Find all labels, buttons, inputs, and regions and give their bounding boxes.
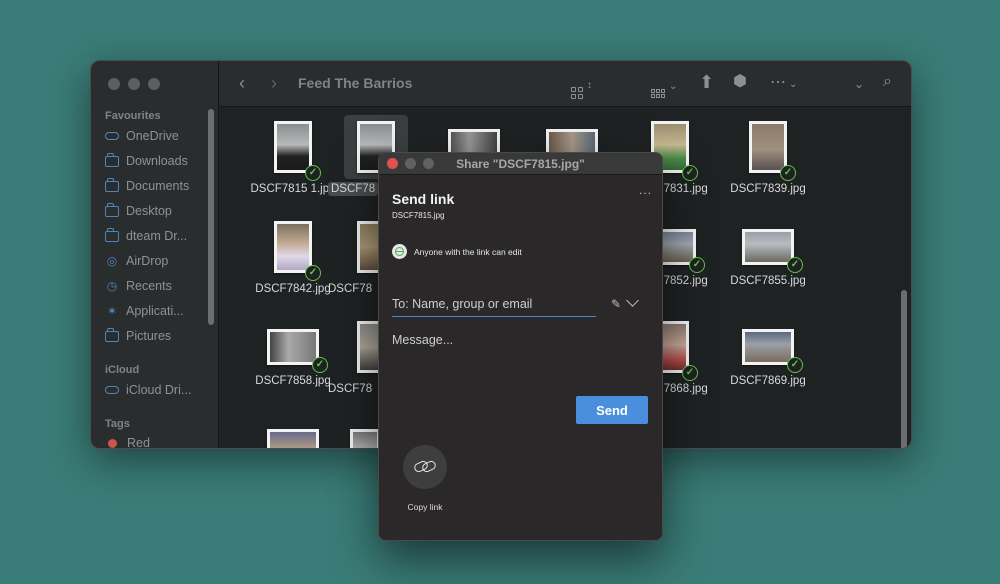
airdrop-icon: ◎	[106, 254, 118, 268]
sidebar-item-onedrive[interactable]: OneDrive	[105, 129, 179, 143]
back-chevron-icon[interactable]: ‹	[239, 73, 245, 93]
file-name: DSCF7855.jpg	[730, 275, 806, 287]
sidebar-item-label: AirDrop	[126, 254, 169, 268]
file-item[interactable]: ✓ DSCF7839.jpg	[718, 121, 818, 195]
file-name: DSCF7839.jpg	[730, 183, 806, 195]
sidebar-item-recents[interactable]: ◷ Recents	[105, 279, 172, 293]
view-grid-icon[interactable]: ↕	[571, 76, 592, 99]
synced-check-icon: ✓	[305, 265, 321, 281]
synced-check-icon: ✓	[682, 365, 698, 381]
sidebar-item-label: dteam Dr...	[126, 229, 188, 243]
sidebar-item-label: OneDrive	[126, 129, 179, 143]
sidebar-item-icloud-drive[interactable]: iCloud Dri...	[105, 383, 191, 397]
shared-file-name: DSCF7815.jpg	[392, 211, 445, 220]
send-button[interactable]: Send	[576, 396, 648, 424]
folder-icon	[105, 153, 119, 168]
copy-link-button[interactable]	[403, 445, 447, 489]
sidebar-item-label: Downloads	[126, 154, 188, 168]
folder-icon	[105, 178, 119, 193]
send-link-heading: Send link	[392, 191, 455, 207]
minimize-window-button[interactable]	[128, 78, 140, 90]
sidebar-item-label: Applicati...	[126, 304, 184, 318]
share-icon[interactable]: ⬆	[699, 72, 714, 92]
file-item[interactable]: ✓ DSCF7855.jpg	[718, 229, 818, 287]
sidebar-item-dteam[interactable]: dteam Dr...	[105, 228, 188, 243]
forward-chevron-icon[interactable]: ›	[271, 73, 277, 93]
chevron-down-icon[interactable]	[626, 294, 639, 307]
sidebar-section-icloud: iCloud	[105, 364, 140, 376]
window-controls	[108, 78, 160, 90]
sidebar-item-label: Red	[127, 436, 150, 449]
share-window-title: Share "DSCF7815.jpg"	[456, 157, 585, 171]
copy-link-label: Copy link	[407, 502, 443, 512]
link-icon	[403, 445, 447, 489]
link-permission-setting[interactable]: Anyone with the link can edit	[392, 244, 522, 259]
sidebar-section-favourites: Favourites	[105, 110, 161, 122]
file-thumbnail: ✓	[274, 121, 321, 181]
folder-icon	[105, 228, 119, 243]
tag-red-dot-icon	[108, 438, 117, 448]
sidebar-item-pictures[interactable]: Pictures	[105, 328, 172, 343]
sidebar-item-downloads[interactable]: Downloads	[105, 153, 188, 168]
file-thumbnail: ✓	[267, 329, 328, 373]
more-actions-icon[interactable]: ⋯ ⌄	[770, 73, 797, 95]
sidebar-item-label: Documents	[126, 179, 190, 193]
folder-icon	[105, 328, 119, 343]
group-by-icon[interactable]: ⌄	[651, 77, 677, 98]
sidebar-item-label: Recents	[126, 279, 172, 293]
clock-icon: ◷	[106, 279, 118, 293]
cloud-icon	[105, 383, 119, 397]
sidebar-item-desktop[interactable]: Desktop	[105, 203, 172, 218]
sidebar: Favourites OneDrive Downloads Documents …	[91, 61, 219, 448]
share-titlebar: Share "DSCF7815.jpg"	[379, 153, 662, 175]
synced-check-icon: ✓	[682, 165, 698, 181]
recipient-input[interactable]	[392, 291, 596, 317]
file-item[interactable]: ✓ DSCF7869.jpg	[718, 329, 818, 387]
permission-text: Anyone with the link can edit	[414, 246, 522, 257]
sidebar-item-label: Pictures	[126, 329, 172, 343]
toolbar: ‹ › Feed The Barrios ↕ ⌄ ⬆ ⬢ ⋯ ⌄ ⌄ ⌕	[219, 61, 911, 107]
synced-check-icon: ✓	[787, 257, 803, 273]
synced-check-icon: ✓	[787, 357, 803, 373]
synced-check-icon: ✓	[780, 165, 796, 181]
message-input[interactable]	[392, 333, 647, 393]
expand-chevron-icon[interactable]: ⌄	[854, 74, 864, 94]
file-thumbnail	[267, 429, 319, 448]
cloud-icon	[105, 129, 119, 143]
sidebar-item-label: Desktop	[126, 204, 172, 218]
file-name: DSCF78	[328, 182, 379, 196]
sidebar-item-tag-red[interactable]: Red	[105, 436, 150, 449]
share-dialog: Share "DSCF7815.jpg" ... Send link DSCF7…	[378, 152, 663, 541]
tag-icon[interactable]: ⬢	[733, 72, 747, 92]
file-name: DSCF7869.jpg	[730, 375, 806, 387]
sidebar-item-label: iCloud Dri...	[126, 383, 192, 397]
file-thumbnail: ✓	[274, 221, 321, 281]
applications-icon: ✶	[106, 304, 118, 318]
sidebar-item-applications[interactable]: ✶ Applicati...	[105, 304, 184, 318]
file-thumbnail: ✓	[742, 229, 803, 273]
file-thumbnail	[350, 429, 380, 448]
globe-icon	[392, 244, 407, 259]
search-icon[interactable]: ⌕	[883, 72, 892, 92]
zoom-window-button[interactable]	[148, 78, 160, 90]
synced-check-icon: ✓	[305, 165, 321, 181]
file-thumbnail: ✓	[742, 329, 803, 373]
more-options-icon[interactable]: ...	[639, 183, 652, 197]
sidebar-scrollbar[interactable]	[208, 109, 214, 325]
window-title: Feed The Barrios	[298, 75, 413, 91]
synced-check-icon: ✓	[689, 257, 705, 273]
file-thumbnail: ✓	[749, 121, 796, 181]
content-scrollbar[interactable]	[901, 290, 907, 448]
folder-icon	[105, 203, 119, 218]
sidebar-section-tags: Tags	[105, 418, 130, 430]
sidebar-item-airdrop[interactable]: ◎ AirDrop	[105, 254, 169, 268]
sidebar-item-documents[interactable]: Documents	[105, 178, 190, 193]
pencil-icon[interactable]: ✎	[611, 297, 621, 311]
close-window-button[interactable]	[108, 78, 120, 90]
